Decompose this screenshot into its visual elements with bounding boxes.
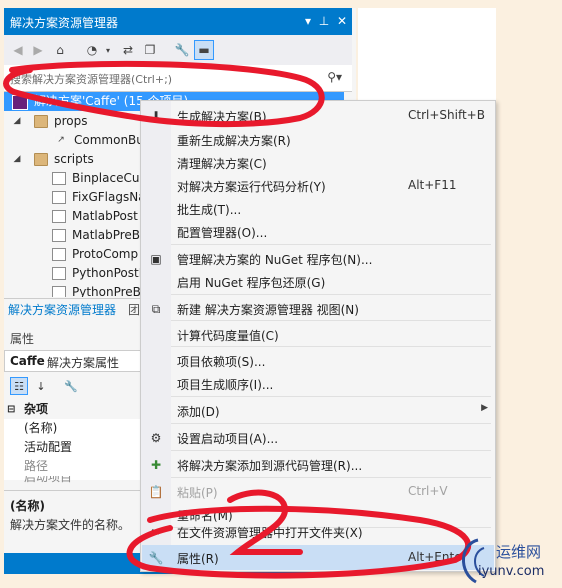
annotation-overlay	[3, 60, 472, 579]
annotation-number-2	[227, 489, 303, 555]
watermark-name: 运维网	[496, 543, 542, 561]
annotation-ellipse-bottom	[126, 505, 472, 579]
watermark-url: iyunv.com	[478, 564, 545, 579]
annotation-ellipse-top	[3, 60, 325, 128]
